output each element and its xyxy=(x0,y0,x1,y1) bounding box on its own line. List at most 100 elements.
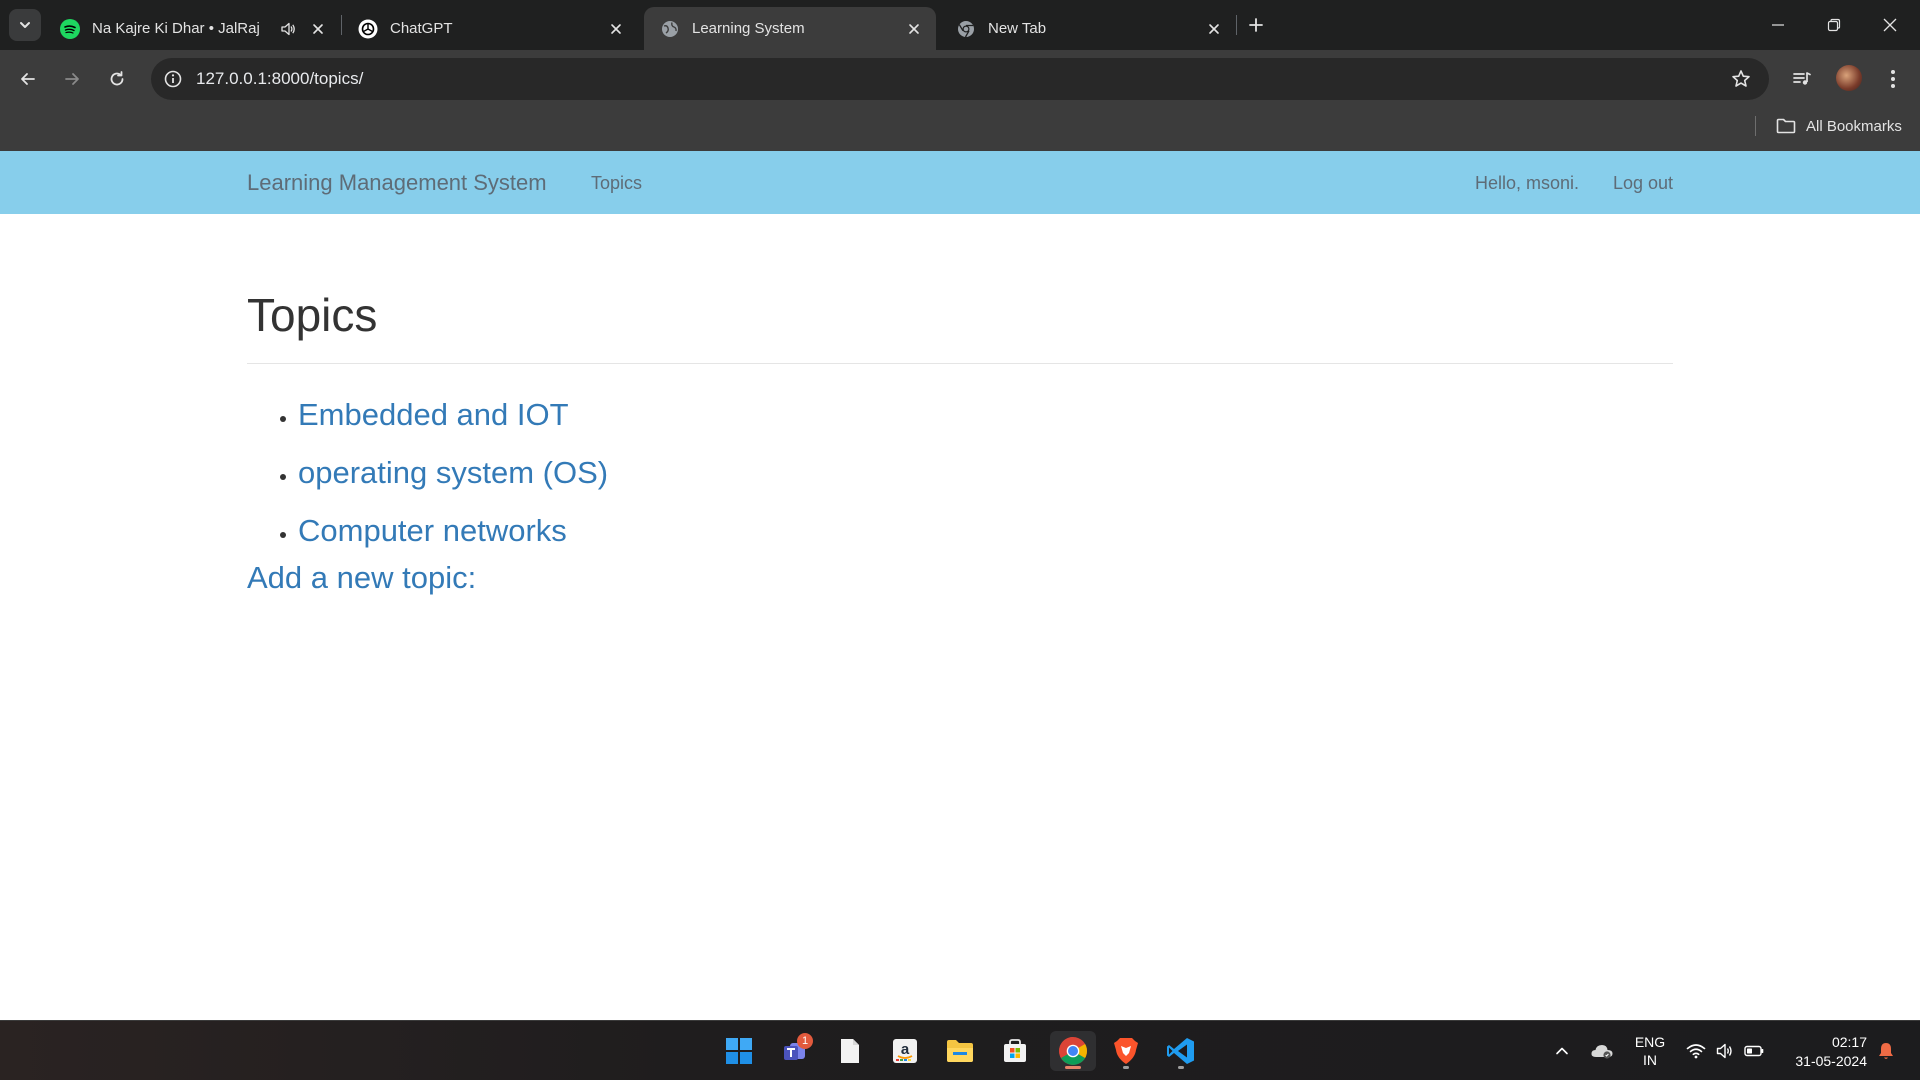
tab-spotify[interactable]: Na Kajre Ki Dhar • JalRaj xyxy=(44,7,340,50)
tab-search-button[interactable] xyxy=(9,9,41,41)
start-button[interactable] xyxy=(719,1031,759,1071)
bullet-icon xyxy=(280,416,286,422)
tab-learning-system[interactable]: Learning System xyxy=(644,7,936,50)
store-taskbar-button[interactable] xyxy=(995,1031,1035,1071)
clock-time: 02:17 xyxy=(1831,1034,1867,1050)
globe-icon xyxy=(660,19,680,39)
close-window-button[interactable] xyxy=(1862,0,1918,50)
address-bar[interactable]: 127.0.0.1:8000/topics/ xyxy=(151,58,1769,100)
page-title: Topics xyxy=(247,289,378,341)
chrome-icon xyxy=(1059,1037,1087,1065)
battery-icon xyxy=(1744,1045,1764,1057)
amazon-taskbar-button[interactable]: a xyxy=(885,1031,925,1071)
brave-icon xyxy=(1114,1038,1138,1064)
site-info-icon[interactable] xyxy=(161,67,185,91)
new-tab-button[interactable] xyxy=(1242,11,1270,39)
tab-close-icon[interactable] xyxy=(1202,17,1226,41)
forward-button[interactable] xyxy=(56,63,88,95)
profile-avatar[interactable] xyxy=(1836,65,1862,91)
running-app-indicator xyxy=(1178,1066,1184,1069)
all-bookmarks-button[interactable]: All Bookmarks xyxy=(1776,114,1902,138)
tab-strip: Na Kajre Ki Dhar • JalRaj ChatGPT Learni… xyxy=(0,0,1920,50)
reload-icon xyxy=(110,71,124,86)
tab-close-icon[interactable] xyxy=(902,17,926,41)
topic-link[interactable]: Computer networks xyxy=(298,513,567,549)
tab-separator xyxy=(1236,15,1237,35)
logout-link[interactable]: Log out xyxy=(1613,173,1673,194)
arrow-left-icon xyxy=(21,73,35,85)
brave-taskbar-button[interactable] xyxy=(1106,1031,1146,1071)
notepad-taskbar-button[interactable] xyxy=(830,1031,870,1071)
tab-title: New Tab xyxy=(988,20,1047,37)
minimize-icon xyxy=(1772,24,1784,26)
chrome-icon xyxy=(956,19,976,39)
wifi-tray-button[interactable] xyxy=(1683,1021,1709,1080)
nav-topics-link[interactable]: Topics xyxy=(591,173,642,194)
clock[interactable]: 02:17 31-05-2024 xyxy=(1779,1033,1867,1071)
close-icon xyxy=(1883,18,1897,32)
topic-list: Embedded and IOT operating system (OS) C… xyxy=(247,386,608,560)
tab-chatgpt[interactable]: ChatGPT xyxy=(342,7,638,50)
user-greeting: Hello, msoni. xyxy=(1475,173,1580,193)
volume-tray-button[interactable] xyxy=(1713,1021,1737,1080)
url-text[interactable]: 127.0.0.1:8000/topics/ xyxy=(196,69,363,89)
chrome-taskbar-button[interactable] xyxy=(1050,1031,1096,1071)
add-topic-link[interactable]: Add a new topic: xyxy=(247,560,476,596)
language-code: ENG xyxy=(1634,1034,1666,1050)
bookmark-star-icon[interactable] xyxy=(1729,67,1753,91)
notifications-button[interactable] xyxy=(1873,1021,1899,1080)
restore-icon xyxy=(1827,18,1841,32)
restore-button[interactable] xyxy=(1806,0,1862,50)
speaker-icon[interactable] xyxy=(276,17,300,41)
speaker-icon xyxy=(1716,1043,1732,1059)
teams-taskbar-button[interactable]: 1 xyxy=(775,1031,815,1071)
chatgpt-icon xyxy=(358,19,378,39)
tab-title: Learning System xyxy=(692,20,805,37)
plus-icon xyxy=(1249,18,1263,32)
show-hidden-icons-button[interactable] xyxy=(1548,1021,1576,1080)
topic-link[interactable]: operating system (OS) xyxy=(298,455,608,491)
chevron-down-icon xyxy=(20,22,30,28)
windows-start-icon xyxy=(726,1038,752,1064)
minimize-button[interactable] xyxy=(1750,0,1806,50)
active-app-indicator xyxy=(1065,1066,1081,1069)
list-item: Computer networks xyxy=(247,502,608,560)
folder-icon xyxy=(1776,118,1796,134)
amazon-icon: a xyxy=(893,1039,917,1063)
clock-date: 31-05-2024 xyxy=(1795,1053,1867,1069)
tab-close-icon[interactable] xyxy=(306,17,330,41)
wifi-icon xyxy=(1686,1044,1706,1059)
bullet-icon xyxy=(280,474,286,480)
site-brand-link[interactable]: Learning Management System xyxy=(247,170,547,196)
title-divider xyxy=(247,363,1673,364)
tab-close-icon[interactable] xyxy=(604,17,628,41)
browser-menu-button[interactable] xyxy=(1877,63,1909,95)
site-navbar: Learning Management System Topics Hello,… xyxy=(0,151,1920,214)
vscode-taskbar-button[interactable] xyxy=(1161,1031,1201,1071)
tab-title: Na Kajre Ki Dhar • JalRaj xyxy=(92,20,260,37)
windows-taskbar: 1 a ENG IN 02:17 31-05-2024 xyxy=(0,1020,1920,1080)
browser-toolbar: 127.0.0.1:8000/topics/ xyxy=(0,50,1920,108)
document-icon xyxy=(841,1039,859,1063)
cloud-icon xyxy=(1591,1045,1613,1059)
tab-new-tab[interactable]: New Tab xyxy=(940,7,1236,50)
onedrive-tray-button[interactable] xyxy=(1587,1021,1617,1080)
folder-icon xyxy=(947,1040,973,1062)
bookmarks-bar: All Bookmarks xyxy=(0,108,1920,151)
media-controls-button[interactable] xyxy=(1786,63,1818,95)
tab-title: ChatGPT xyxy=(390,20,453,37)
topic-link[interactable]: Embedded and IOT xyxy=(298,397,569,433)
region-code: IN xyxy=(1643,1052,1657,1068)
media-queue-icon xyxy=(1793,72,1811,85)
arrow-right-icon xyxy=(65,73,79,85)
back-button[interactable] xyxy=(12,63,44,95)
bullet-icon xyxy=(280,532,286,538)
reload-button[interactable] xyxy=(101,63,133,95)
bell-icon xyxy=(1879,1043,1893,1059)
svg-text:a: a xyxy=(901,1041,910,1058)
language-indicator[interactable]: ENG IN xyxy=(1630,1033,1670,1069)
file-explorer-taskbar-button[interactable] xyxy=(940,1031,980,1071)
notification-badge: 1 xyxy=(797,1033,813,1049)
bookmarks-separator xyxy=(1755,116,1756,136)
battery-tray-button[interactable] xyxy=(1742,1021,1766,1080)
